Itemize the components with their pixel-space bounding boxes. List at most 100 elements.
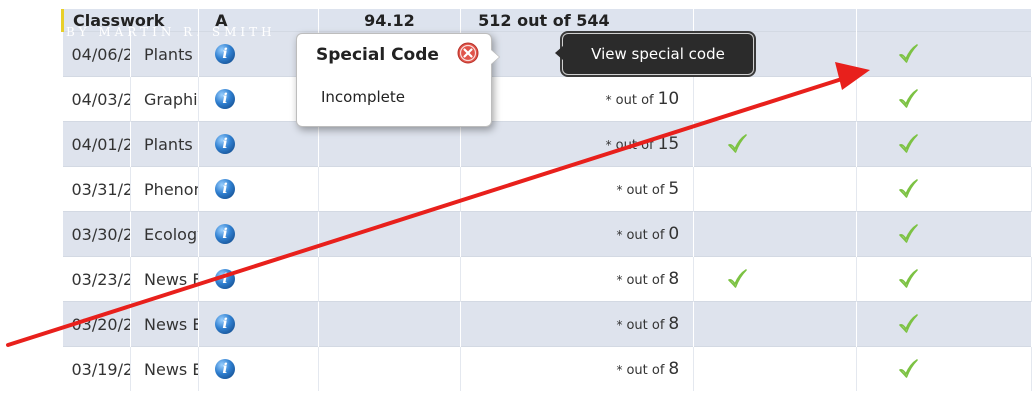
max-points: 10 <box>657 89 680 109</box>
assignment-title-link[interactable]: News ELA article 3 <box>130 256 200 302</box>
check-cell-1 <box>693 256 857 302</box>
tooltip-text: View special code <box>591 45 725 63</box>
assignment-title-link[interactable]: News ELA article 1 <box>130 346 200 391</box>
info-icon[interactable]: i <box>215 269 236 290</box>
header-spacer-1 <box>693 9 857 32</box>
missing-score-marker: * <box>605 93 612 107</box>
info-cell: i <box>198 121 319 167</box>
check-cell-2 <box>856 256 1032 302</box>
checkmark-icon <box>897 133 919 155</box>
assignment-row: 04/03/20Graphic Novel i *out of10 <box>62 76 1032 122</box>
percent-cell <box>318 256 462 302</box>
check-cell-2 <box>856 301 1032 347</box>
missing-score-marker: * <box>616 183 623 197</box>
special-code-popup: Special Code Incomplete <box>296 33 500 127</box>
score-cell: * out of 8 <box>460 301 695 347</box>
category-percent: 94.12 <box>318 9 462 32</box>
percent-cell <box>318 121 462 167</box>
percent-cell <box>318 211 462 257</box>
check-cell-1 <box>693 76 857 122</box>
out-of-label: out of <box>626 228 665 243</box>
check-cell-1 <box>693 346 857 391</box>
checkmark-icon <box>897 313 919 335</box>
assignment-title-link[interactable]: Plants vocab <box>130 121 200 167</box>
check-cell-2 <box>856 31 1032 77</box>
assignment-row: 03/31/20Phenomena Questioning Comment i *o… <box>62 166 1032 212</box>
out-of-label: out of <box>615 138 654 153</box>
check-cell-2 <box>856 121 1032 167</box>
gradebook-table: Classwork A 94.12 512 out of 544 04/06/2… <box>60 9 1032 391</box>
percent-cell <box>318 346 462 391</box>
score-cell: *out of10 <box>460 76 695 122</box>
check-cell-1 <box>693 211 857 257</box>
max-points: 5 <box>668 179 680 199</box>
check-cell-2 <box>856 76 1032 122</box>
info-icon[interactable]: i <box>215 89 236 110</box>
assignment-date: 03/31/20 <box>62 166 132 212</box>
checkmark-icon <box>726 268 748 290</box>
info-icon[interactable]: i <box>215 359 236 380</box>
max-points: 8 <box>668 359 680 379</box>
score-cell: * out of 0 <box>460 211 695 257</box>
view-special-code-tooltip: View special code <box>555 33 754 75</box>
assignment-title-link[interactable]: Phenomena Questioning Comment <box>130 166 200 212</box>
assignment-rows: 04/06/20Plants Notes 1i*out of1004/03/20… <box>62 31 1032 391</box>
check-cell-1 <box>693 121 857 167</box>
close-icon[interactable] <box>457 42 479 64</box>
info-icon[interactable]: i <box>215 44 236 65</box>
popup-title: Special Code <box>316 45 439 65</box>
assignment-title-link[interactable]: Ecology Bingo <box>130 211 200 257</box>
missing-score-marker: * <box>616 318 623 332</box>
check-cell-2 <box>856 166 1032 212</box>
percent-cell <box>318 301 462 347</box>
out-of-label: out of <box>615 93 654 108</box>
check-cell-1 <box>693 301 857 347</box>
header-spacer-2 <box>856 9 1032 32</box>
max-points: 8 <box>668 269 680 289</box>
tooltip-pointer <box>555 46 563 60</box>
assignment-date: 04/01/20 <box>62 121 132 167</box>
assignment-date: 04/03/20 <box>62 76 132 122</box>
assignment-title-link[interactable]: News ELAArticle 2 <box>130 301 200 347</box>
assignment-row: 03/23/20News ELA article 3 i *out of8 <box>62 256 1032 302</box>
missing-score-marker: * <box>605 138 612 152</box>
assignment-date: 03/20/20 <box>62 301 132 347</box>
max-points: 15 <box>657 134 680 154</box>
assignment-row: 04/01/20Plants vocab i *out of15 <box>62 121 1032 167</box>
assignment-date: 03/19/20 <box>62 346 132 391</box>
out-of-label: out of <box>626 318 665 333</box>
checkmark-icon <box>897 43 919 65</box>
info-icon[interactable]: i <box>215 134 236 155</box>
info-icon[interactable]: i <box>215 179 236 200</box>
popup-pointer-fill <box>491 50 499 64</box>
out-of-label: out of <box>626 183 665 198</box>
info-cell: i <box>198 256 319 302</box>
missing-score-marker: * <box>616 363 623 377</box>
checkmark-icon <box>726 133 748 155</box>
assignment-row: 03/30/20Ecology Bingo i *out of0 <box>62 211 1032 257</box>
info-icon[interactable]: i <box>215 224 236 245</box>
category-points: 512 out of 544 <box>460 9 695 32</box>
assignment-row: 03/20/20News ELAArticle 2 i *out of8 <box>62 301 1032 347</box>
max-points: 8 <box>668 314 680 334</box>
info-cell: i <box>198 211 319 257</box>
score-cell: * out of 8 <box>460 256 695 302</box>
check-cell-1 <box>693 166 857 212</box>
score-cell: * out of 8 <box>460 346 695 391</box>
info-cell: i <box>198 346 319 391</box>
assignment-row: 03/19/20News ELA article 1 i *out of8 <box>62 346 1032 391</box>
info-cell: i <box>198 301 319 347</box>
out-of-label: out of <box>626 363 665 378</box>
checkmark-icon <box>897 358 919 380</box>
percent-cell <box>318 166 462 212</box>
assignment-title-link[interactable]: Graphic Novel <box>130 76 200 122</box>
assignment-date: 03/30/20 <box>62 211 132 257</box>
check-cell-2 <box>856 346 1032 391</box>
missing-score-marker: * <box>616 273 623 287</box>
checkmark-icon <box>897 268 919 290</box>
info-icon[interactable]: i <box>215 314 236 335</box>
checkmark-icon <box>897 88 919 110</box>
score-cell: * out of 15 <box>460 121 695 167</box>
max-points: 0 <box>668 224 680 244</box>
score-cell: * out of 5 <box>460 166 695 212</box>
